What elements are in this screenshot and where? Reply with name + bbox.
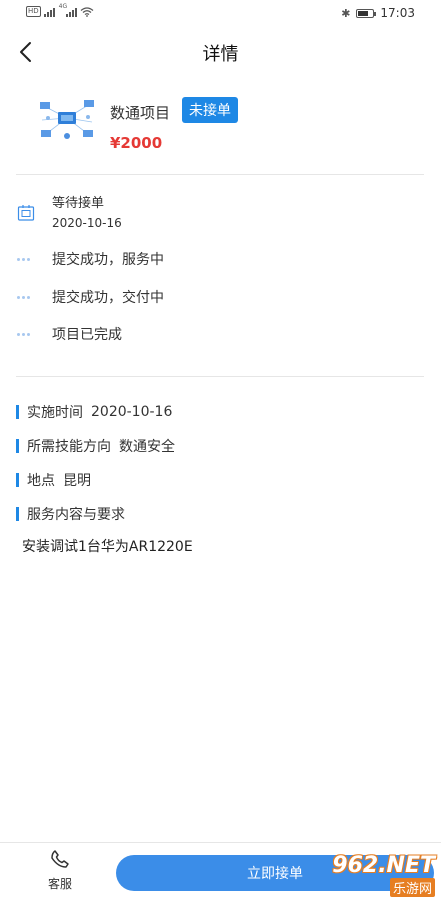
section-marker [16, 439, 19, 453]
status-bar: HD 4G ✱ 17:03 [0, 0, 441, 28]
watermark-text: 962.NET [332, 853, 435, 878]
page-title: 详情 [202, 44, 239, 65]
section-marker [16, 473, 19, 487]
bottom-bar: 客服 立即接单 962.NET 乐游网 [0, 842, 441, 901]
timeline-title: 等待接单 [52, 196, 105, 211]
info-skill-row: 所需技能方向 数通安全 [16, 436, 175, 456]
divider [16, 174, 424, 175]
project-thumbnail [38, 96, 96, 142]
dots-icon [17, 295, 31, 299]
signal-icon [43, 7, 55, 17]
section-marker [16, 405, 19, 419]
info-label: 服务内容与要求 [27, 507, 125, 523]
info-label: 所需技能方向 [27, 439, 111, 455]
signal-tag: 4G [58, 2, 68, 10]
project-name: 数通项目 [110, 104, 171, 122]
project-summary: 数通项目 未接单 ¥2000 [0, 88, 441, 168]
customer-service-button[interactable]: 客服 [40, 849, 80, 897]
timeline-title: 项目已完成 [52, 327, 122, 343]
info-date-row: 实施时间 2020-10-16 [16, 402, 172, 422]
info-content-row: 服务内容与要求 [16, 504, 125, 524]
customer-service-label: 客服 [47, 877, 72, 891]
header: 详情 [0, 28, 441, 76]
timeline-date: 2020-10-16 [52, 216, 122, 230]
info-value: 2020-10-16 [91, 404, 173, 420]
status-right: ✱ 17:03 [341, 6, 415, 20]
clock: 17:03 [380, 6, 415, 20]
info-label: 实施时间 [27, 405, 83, 421]
status-badge: 未接单 [182, 97, 238, 123]
dots-icon [17, 332, 31, 336]
hd-badge: HD [26, 6, 41, 17]
project-price: ¥2000 [110, 134, 163, 152]
status-indicators: HD 4G [26, 3, 94, 17]
calendar-icon [17, 205, 35, 221]
info-value: 数通安全 [119, 439, 175, 455]
dots-icon [17, 257, 31, 261]
timeline-title: 提交成功，交付中 [52, 290, 164, 306]
battery-icon [356, 8, 377, 18]
service-description: 安装调试1台华为AR1220E [22, 539, 193, 555]
signal-4g-icon: 4G [59, 3, 77, 17]
section-marker [16, 507, 19, 521]
watermark-logo: 962.NET 乐游网 [332, 853, 435, 897]
bluetooth-icon: ✱ [341, 6, 351, 20]
info-location-row: 地点 昆明 [16, 470, 91, 490]
info-value: 昆明 [63, 473, 91, 489]
info-label: 地点 [27, 473, 55, 489]
divider [16, 376, 424, 377]
phone-icon [51, 850, 69, 868]
wifi-icon [80, 6, 94, 17]
timeline-title: 提交成功，服务中 [52, 252, 164, 268]
accept-order-label: 立即接单 [247, 866, 303, 882]
watermark-subtext: 乐游网 [389, 878, 435, 897]
